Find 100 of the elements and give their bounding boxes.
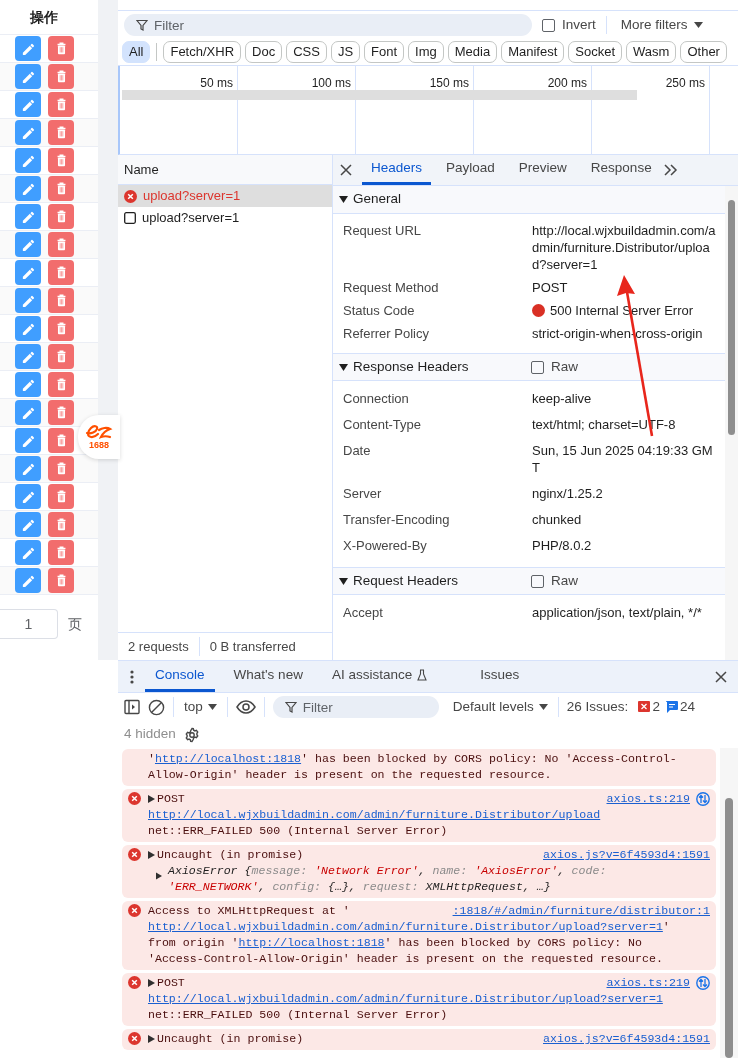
settings-icon[interactable]	[183, 726, 200, 743]
edit-button[interactable]	[15, 484, 41, 509]
more-filters-dropdown[interactable]: More filters	[616, 14, 703, 36]
type-filter-chip[interactable]: Font	[364, 41, 405, 63]
section-header[interactable]: Request Headers	[339, 570, 531, 592]
delete-button[interactable]	[48, 176, 74, 201]
expand-triangle-icon[interactable]	[148, 795, 155, 803]
detail-tab[interactable]: Preview	[509, 155, 576, 185]
object-preview[interactable]: AxiosError {message: 'Network Error', name: 'AxiosError', code: 'ERR_NETWORK', config: {…}, request: XMLHttpRequest, …}	[168, 863, 710, 895]
delete-button[interactable]	[48, 288, 74, 313]
edit-button[interactable]	[15, 316, 41, 341]
delete-button[interactable]	[48, 36, 74, 61]
url-link[interactable]: http://localhost:1818	[238, 936, 385, 949]
source-link[interactable]: axios.ts:219	[606, 791, 690, 807]
delete-button[interactable]	[48, 120, 74, 145]
edit-button[interactable]	[15, 232, 41, 257]
delete-button[interactable]	[48, 260, 74, 285]
context-dropdown[interactable]: top	[182, 696, 219, 718]
expand-triangle-icon[interactable]	[148, 851, 155, 859]
url-link[interactable]: http://local.wjxbuildadmin.com/admin/furniture.Distributor/upload	[148, 808, 601, 821]
delete-button[interactable]	[48, 540, 74, 565]
type-filter-chip[interactable]: All	[122, 41, 151, 63]
delete-button[interactable]	[48, 512, 74, 537]
raw-checkbox[interactable]	[531, 360, 544, 374]
page-input[interactable]: 1	[0, 609, 58, 639]
url-link[interactable]: http://local.wjxbuildadmin.com/admin/furniture.Distributor/upload?server=1	[148, 992, 663, 1005]
edit-button[interactable]	[15, 120, 41, 145]
expand-triangle-icon[interactable]	[156, 872, 162, 880]
type-filter-chip[interactable]: Media	[447, 41, 498, 63]
detail-tab[interactable]: Response	[581, 155, 661, 185]
scrollbar-thumb[interactable]	[728, 200, 735, 435]
url-link[interactable]: http://localhost:1818	[154, 752, 302, 765]
edit-button[interactable]	[15, 204, 41, 229]
issues-error-count[interactable]: 2	[636, 696, 662, 718]
edit-button[interactable]	[15, 92, 41, 117]
delete-button[interactable]	[48, 484, 74, 509]
delete-button[interactable]	[48, 400, 74, 425]
drawer-tab[interactable]: What's new	[223, 661, 313, 692]
type-filter-chip[interactable]: Img	[408, 41, 444, 63]
delete-button[interactable]	[48, 92, 74, 117]
eye-icon[interactable]	[235, 700, 256, 714]
network-request-icon[interactable]	[696, 792, 710, 806]
delete-button[interactable]	[48, 148, 74, 173]
more-tabs-icon[interactable]	[663, 164, 678, 176]
type-filter-chip[interactable]: Fetch/XHR	[163, 41, 242, 63]
drawer-tab[interactable]: Issues	[470, 661, 530, 692]
invert-checkbox[interactable]	[542, 18, 555, 32]
edit-button[interactable]	[15, 372, 41, 397]
expand-triangle-icon[interactable]	[148, 1035, 155, 1043]
edit-button[interactable]	[15, 176, 41, 201]
scrollbar-thumb[interactable]	[725, 798, 733, 1058]
request-row[interactable]: upload?server=1	[118, 207, 332, 229]
issues-info-count[interactable]: 24	[663, 696, 697, 718]
delete-button[interactable]	[48, 372, 74, 397]
type-filter-chip[interactable]: JS	[330, 41, 361, 63]
source-link[interactable]: axios.ts:219	[606, 975, 690, 991]
close-icon[interactable]	[714, 669, 728, 684]
delete-button[interactable]	[48, 232, 74, 257]
delete-button[interactable]	[48, 64, 74, 89]
edit-button[interactable]	[15, 260, 41, 285]
raw-checkbox[interactable]	[531, 574, 544, 588]
url-link[interactable]: http://local.wjxbuildadmin.com/admin/furniture.Distributor/upload?server=1	[148, 920, 663, 933]
close-icon[interactable]	[339, 163, 353, 177]
section-header[interactable]: Response Headers	[339, 356, 531, 378]
edit-button[interactable]	[15, 64, 41, 89]
sidebar-toggle-icon[interactable]	[124, 699, 140, 715]
filter-field[interactable]: Filter	[124, 14, 532, 36]
drawer-tab[interactable]: AI assistance	[321, 661, 438, 692]
delete-button[interactable]	[48, 316, 74, 341]
log-levels-dropdown[interactable]: Default levels	[450, 696, 550, 718]
edit-button[interactable]	[15, 288, 41, 313]
edit-button[interactable]	[15, 344, 41, 369]
edit-button[interactable]	[15, 512, 41, 537]
edit-button[interactable]	[15, 36, 41, 61]
filter-field[interactable]: Filter	[272, 696, 439, 718]
edit-button[interactable]	[15, 428, 41, 453]
clear-icon[interactable]	[148, 698, 165, 716]
type-filter-chip[interactable]: Manifest	[501, 41, 565, 63]
drawer-tab[interactable]: Console	[145, 661, 215, 692]
delete-button[interactable]	[48, 456, 74, 481]
edit-button[interactable]	[15, 568, 41, 593]
delete-button[interactable]	[48, 204, 74, 229]
source-link[interactable]: axios.js?v=6f4593d4:1591	[543, 847, 710, 863]
source-link[interactable]: :1818/#/admin/furniture/distributor:1	[452, 903, 710, 919]
edit-button[interactable]	[15, 456, 41, 481]
delete-button[interactable]	[48, 568, 74, 593]
delete-button[interactable]	[48, 344, 74, 369]
type-filter-chip[interactable]: Socket	[568, 41, 623, 63]
type-filter-chip[interactable]: Other	[680, 41, 727, 63]
edit-button[interactable]	[15, 540, 41, 565]
source-link[interactable]: axios.js?v=6f4593d4:1591	[543, 1031, 710, 1047]
type-filter-chip[interactable]: Doc	[245, 41, 283, 63]
detail-tab[interactable]: Payload	[437, 155, 504, 185]
edit-button[interactable]	[15, 148, 41, 173]
type-filter-chip[interactable]: Wasm	[626, 41, 677, 63]
network-request-icon[interactable]	[696, 976, 710, 990]
edit-button[interactable]	[15, 400, 41, 425]
delete-button[interactable]	[48, 428, 74, 453]
type-filter-chip[interactable]: CSS	[286, 41, 327, 63]
expand-triangle-icon[interactable]	[148, 979, 155, 987]
